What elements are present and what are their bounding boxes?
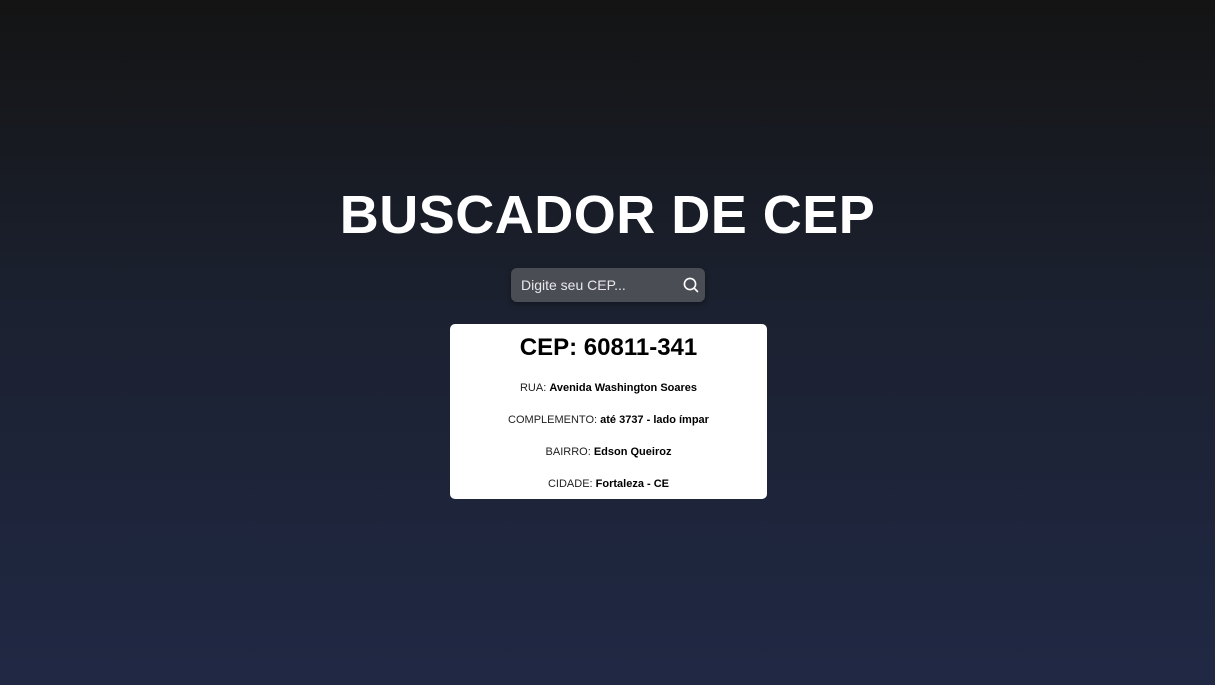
app-container: BUSCADOR DE CEP CEP: 60811-341 RUA: Aven… [0,0,1215,685]
cep-label: CEP: [519,334,578,361]
cep-value: 60811-341 [583,334,698,361]
complemento-label: COMPLEMENTO: [508,414,598,426]
complemento-value: até 3737 - lado ímpar [600,414,709,426]
cep-heading: CEP: 60811-341 [450,334,767,362]
result-card: CEP: 60811-341 RUA: Avenida Washington S… [450,324,767,499]
cep-search-input[interactable] [511,268,671,302]
rua-value: Avenida Washington Soares [549,382,698,394]
page-title: BUSCADOR DE CEP [339,185,876,245]
bairro-line: BAIRRO: Edson Queiroz [450,445,767,459]
rua-label: RUA: [519,382,547,394]
cidade-line: CIDADE: Fortaleza - CE [450,477,767,491]
cidade-value: Fortaleza - CE [595,478,670,490]
cidade-label: CIDADE: [547,478,593,490]
rua-line: RUA: Avenida Washington Soares [450,381,767,395]
complemento-line: COMPLEMENTO: até 3737 - lado ímpar [450,413,767,427]
search-button[interactable] [681,275,701,295]
search-icon [683,277,699,293]
search-box [511,268,705,302]
bairro-label: BAIRRO: [545,446,591,458]
bairro-value: Edson Queiroz [593,446,672,458]
